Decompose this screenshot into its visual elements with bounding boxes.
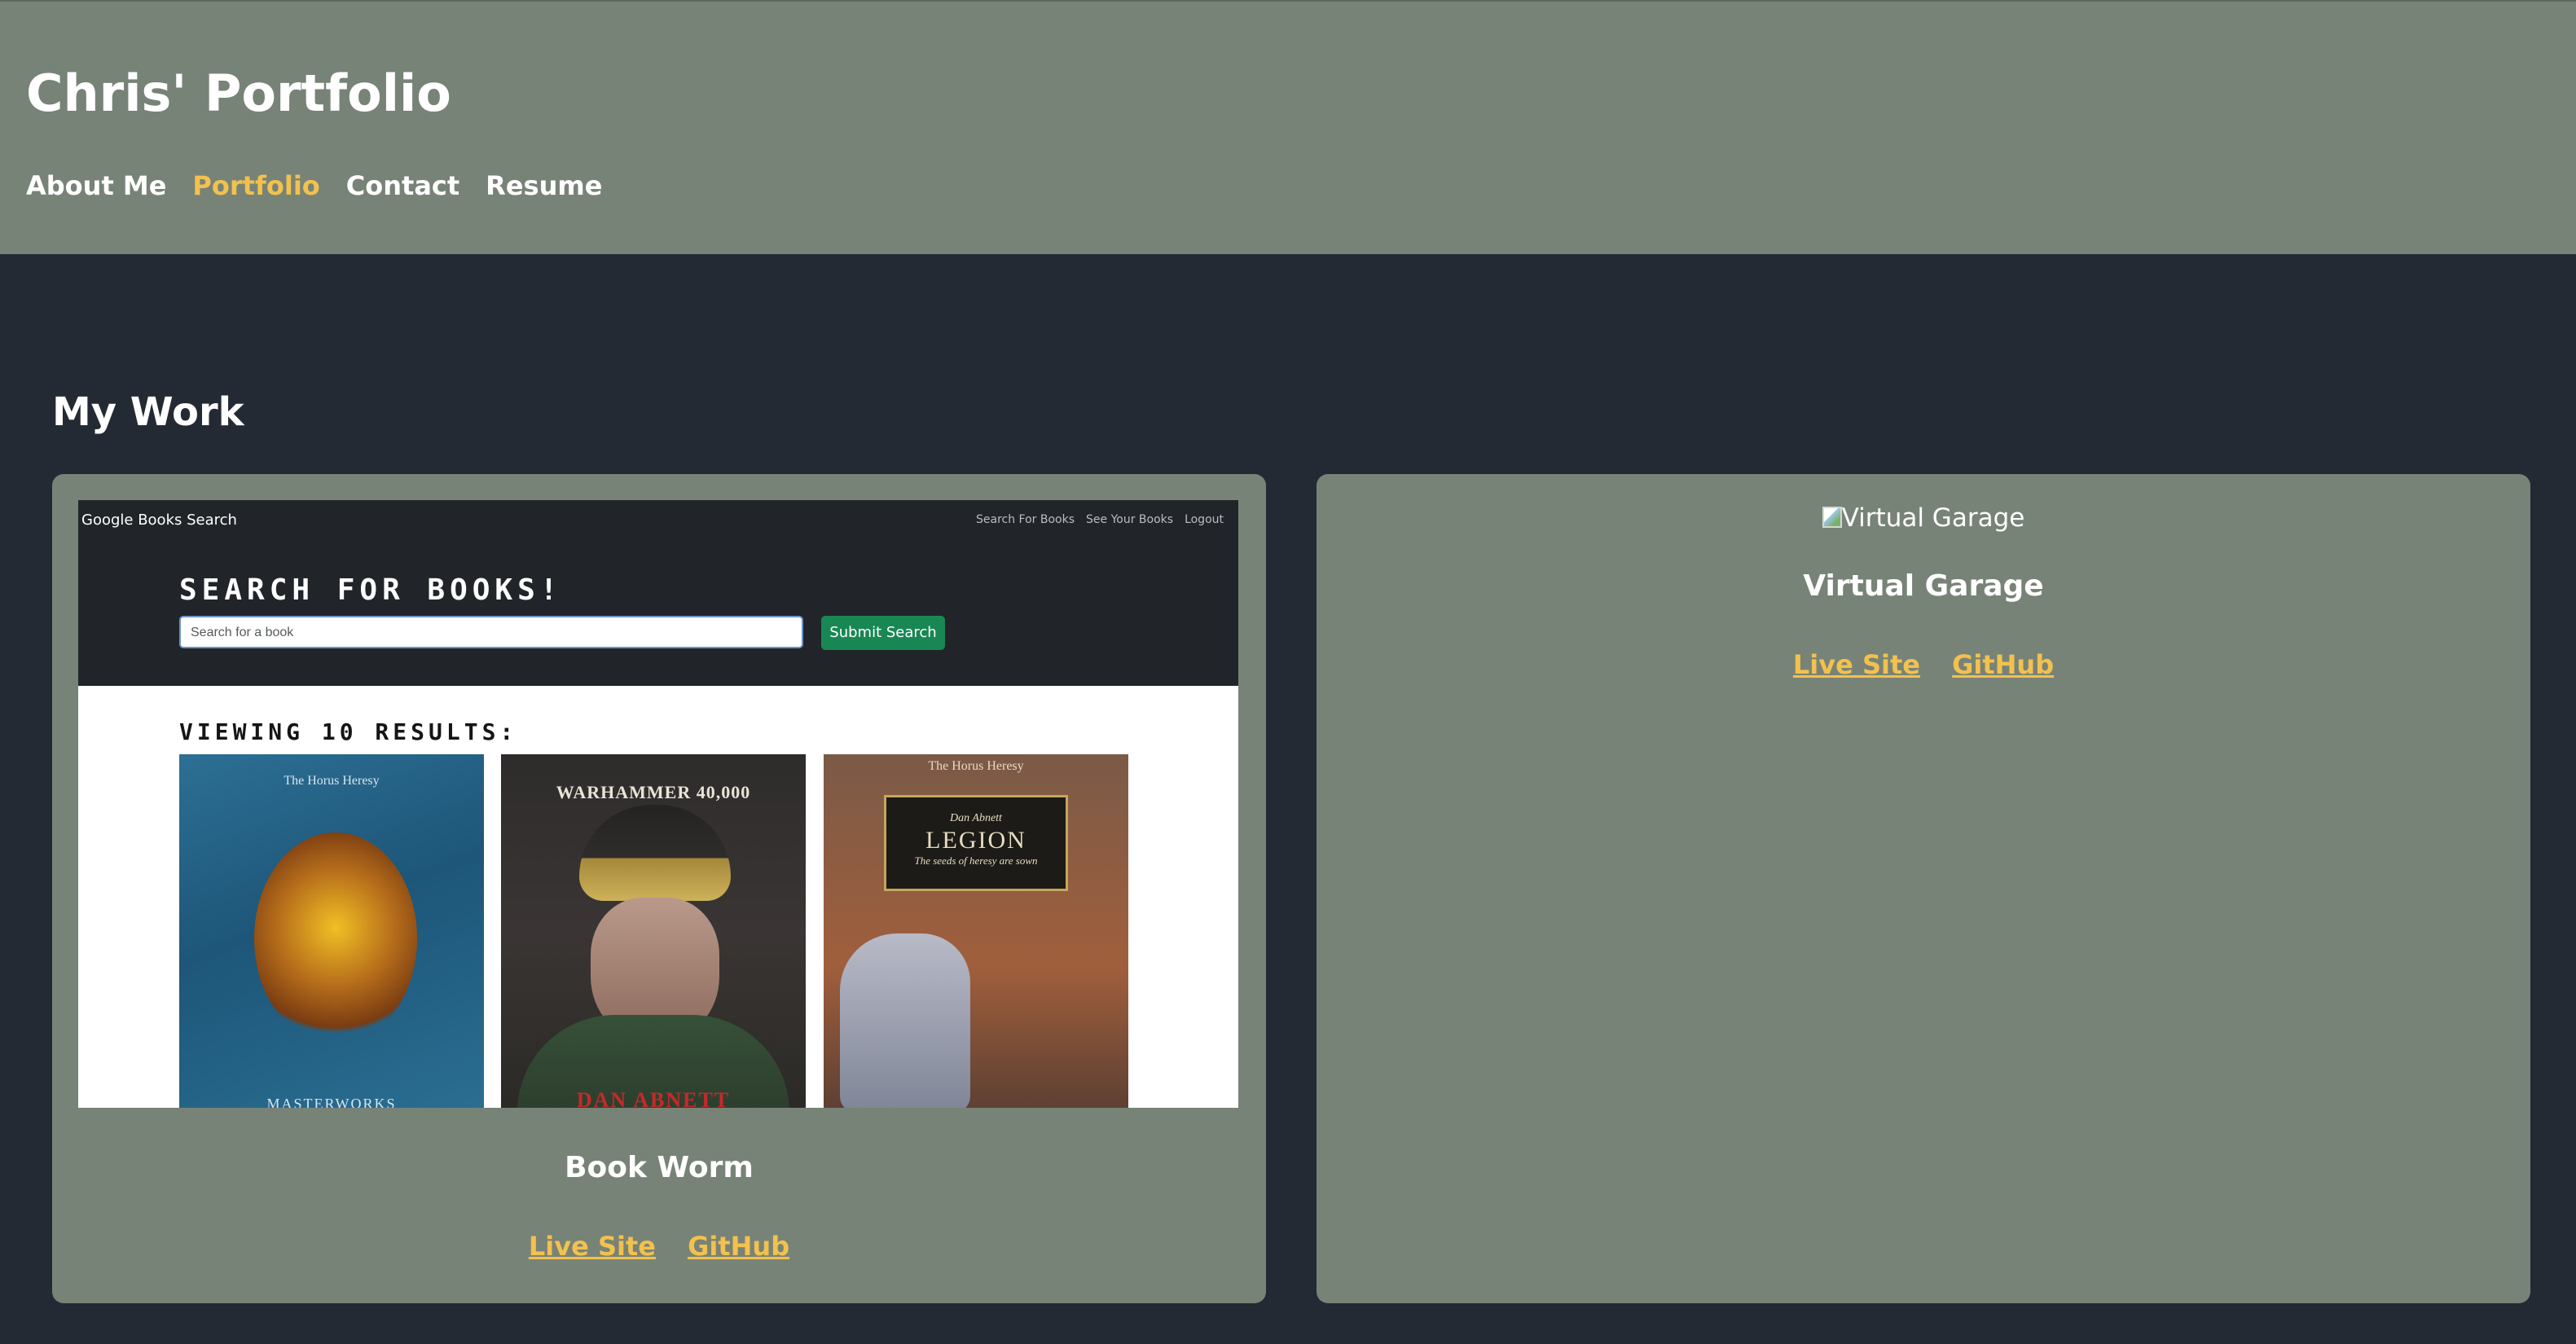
screenshot-search-input: Search for a book <box>179 616 803 648</box>
screenshot-heading: SEARCH FOR BOOKS! <box>179 573 563 607</box>
screenshot-hero: Google Books Search Search For Books See… <box>78 500 1238 686</box>
screenshot-nav-saved: See Your Books <box>1086 513 1174 526</box>
project-links: Live Site GitHub <box>1317 652 2530 678</box>
screenshot-brand: Google Books Search <box>81 512 237 529</box>
book-cover-2-hat-art <box>579 805 731 901</box>
nav-portfolio[interactable]: Portfolio <box>192 173 319 199</box>
book-cover-2-series: WARHAMMER 40,000 <box>556 782 751 802</box>
project-screenshot[interactable]: Google Books Search Search For Books See… <box>78 500 1238 1108</box>
book-cover-1-label: MASTERWORKS <box>266 1096 397 1108</box>
book-cover-1-art <box>254 832 417 1044</box>
site-header: Chris' Portfolio About Me Portfolio Cont… <box>0 0 2576 254</box>
book-cover-3: The Horus Heresy Dan Abnett LEGION The s… <box>824 754 1128 1108</box>
nav-resume[interactable]: Resume <box>486 173 602 199</box>
book-cover-3-title: LEGION <box>925 827 1026 854</box>
book-cover-2-author: DAN ABNETT <box>576 1088 731 1108</box>
github-link[interactable]: GitHub <box>1952 649 2054 680</box>
nav-contact[interactable]: Contact <box>346 173 459 199</box>
book-cover-3-author: Dan Abnett <box>950 812 1002 824</box>
project-image-broken[interactable]: Virtual Garage <box>1317 503 2530 533</box>
broken-image-icon <box>1822 507 1842 528</box>
book-cover-2: WARHAMMER 40,000 DAN ABNETT <box>501 754 806 1108</box>
book-cover-1: The Horus Heresy MASTERWORKS <box>179 754 484 1108</box>
live-site-link[interactable]: Live Site <box>1793 649 1920 680</box>
site-title: Chris' Portfolio <box>26 64 451 123</box>
live-site-link[interactable]: Live Site <box>529 1231 656 1262</box>
project-links: Live Site GitHub <box>52 1233 1266 1259</box>
book-cover-1-series: The Horus Heresy <box>284 774 380 788</box>
screenshot-submit-button: Submit Search <box>821 616 945 650</box>
project-name: Book Worm <box>565 1151 754 1184</box>
nav-about-me[interactable]: About Me <box>26 173 166 199</box>
project-image-alt-text: Virtual Garage <box>1841 503 2025 533</box>
github-link[interactable]: GitHub <box>688 1231 789 1262</box>
project-name: Virtual Garage <box>1803 569 2044 603</box>
main-nav: About Me Portfolio Contact Resume <box>26 173 602 199</box>
book-cover-3-figure-art <box>840 933 970 1108</box>
book-cover-3-title-box: Dan Abnett LEGION The seeds of heresy ar… <box>884 795 1068 891</box>
book-cover-3-series: The Horus Heresy <box>928 759 1024 773</box>
project-card-book-worm: Google Books Search Search For Books See… <box>52 474 1266 1303</box>
screenshot-nav-search: Search For Books <box>976 513 1075 526</box>
project-card-virtual-garage: Virtual Garage Virtual Garage Live Site … <box>1317 474 2530 1303</box>
screenshot-results-label: VIEWING 10 RESULTS: <box>179 718 518 745</box>
book-cover-3-tagline: The seeds of heresy are sown <box>914 854 1038 867</box>
section-title: My Work <box>52 389 244 435</box>
screenshot-nav: Search For Books See Your Books Logout <box>976 513 1224 526</box>
screenshot-nav-logout: Logout <box>1185 513 1224 526</box>
